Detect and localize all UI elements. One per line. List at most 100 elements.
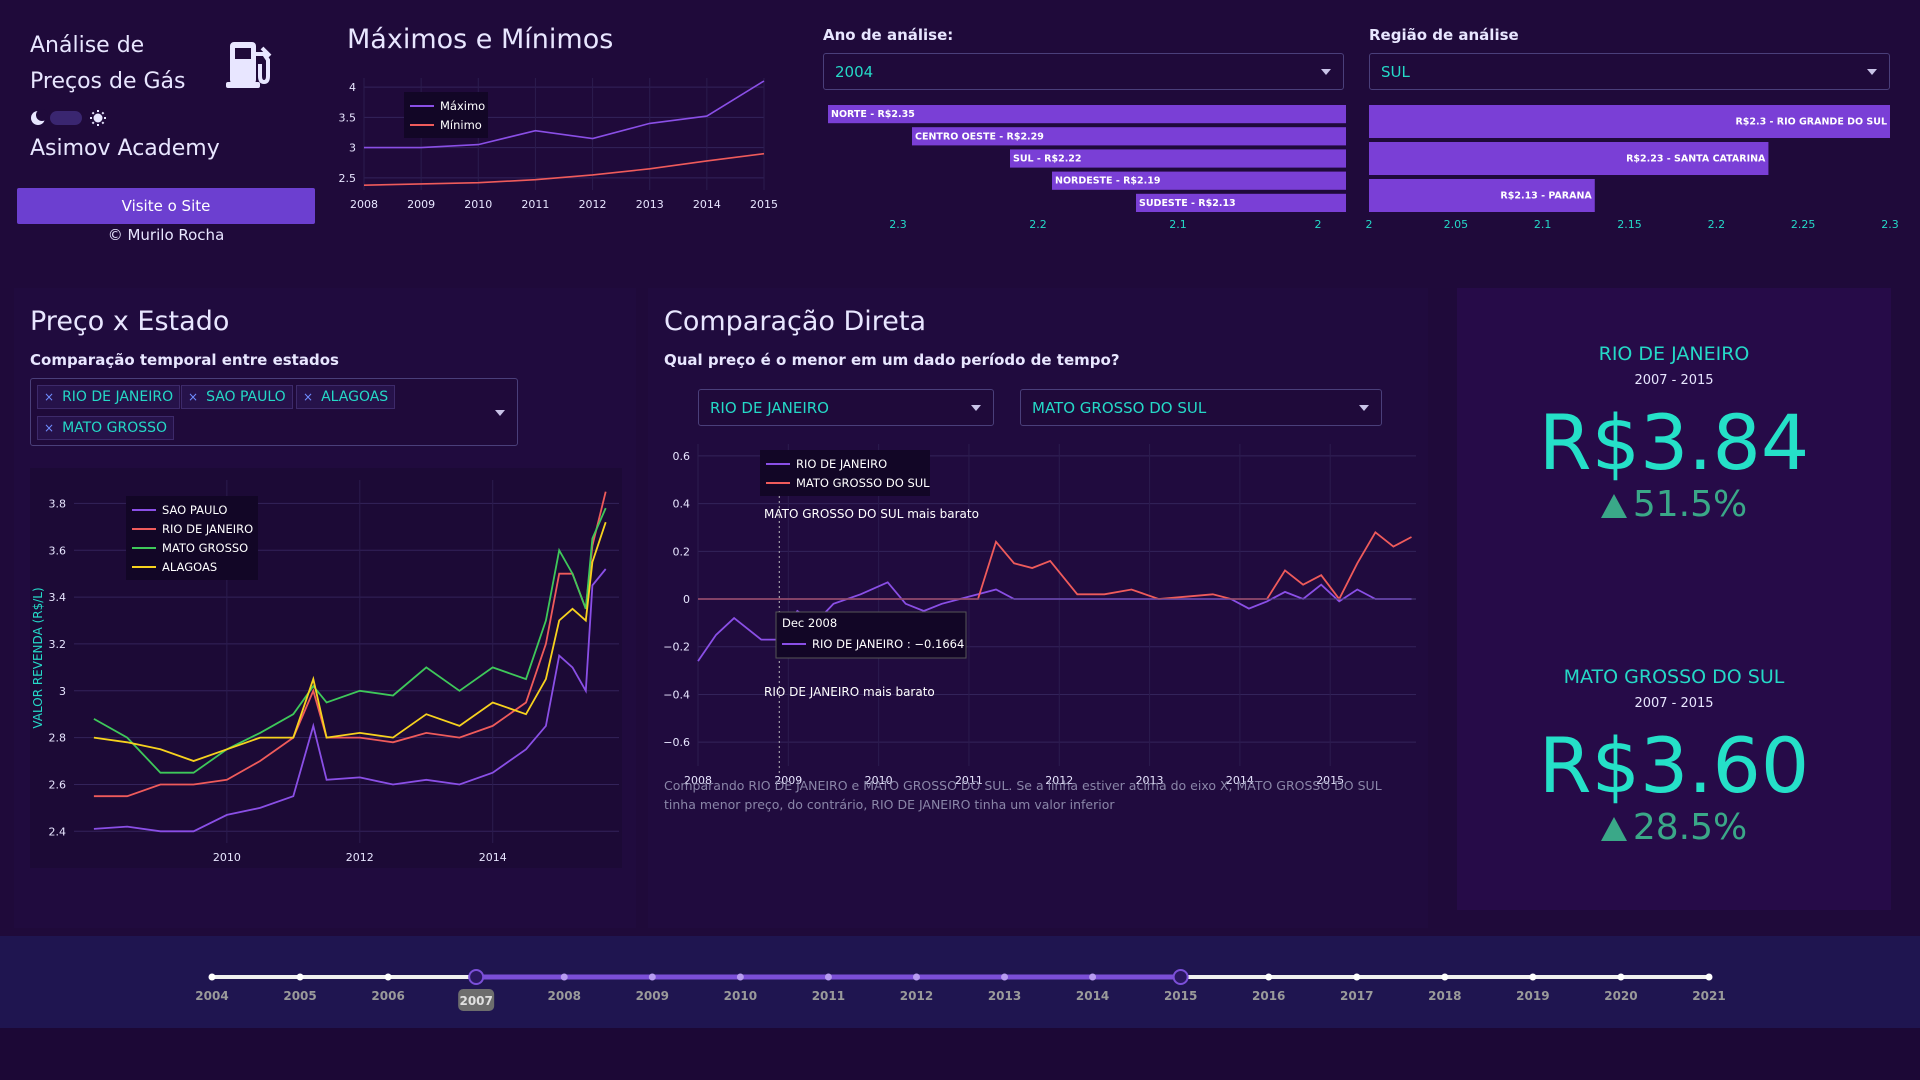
y-tick-label: 3.2: [49, 638, 67, 651]
slider-year-label: 2013: [988, 989, 1021, 1003]
slider-tick: [1705, 973, 1713, 981]
year-range-slider[interactable]: 2004 2005 2006 2007 2008 2009 2010 2011 2012 2013…: [0, 936, 1920, 1028]
y-tick-label: −0.6: [663, 736, 690, 749]
comparacao-panel: Comparação Direta Qual preço é o menor e…: [648, 288, 1428, 928]
kpi-b-years: 2007 - 2015: [1634, 696, 1714, 711]
slider-handle[interactable]: [1172, 969, 1189, 985]
tooltip-value: RIO DE JANEIRO : −0.1664: [812, 637, 964, 651]
remove-icon[interactable]: ×: [44, 421, 54, 435]
x-tick-label: 2.1: [1534, 218, 1552, 231]
legend-label: SAO PAULO: [162, 503, 227, 517]
regiao-dropdown[interactable]: SUL: [1369, 53, 1890, 90]
x-tick-label: 2011: [521, 198, 549, 211]
state-multiselect[interactable]: × RIO DE JANEIRO × SAO PAULO × ALAGOAS × MAT…: [30, 378, 518, 446]
chevron-down-icon: [1359, 405, 1369, 411]
toggle-switch[interactable]: [50, 111, 82, 125]
regiao-panel: Região de análise SUL R$2.3 - RIO GRANDE…: [1355, 0, 1920, 272]
legend-label: Máximo: [440, 99, 485, 113]
x-tick-label: 2013: [636, 198, 664, 211]
chip-state[interactable]: × ALAGOAS: [296, 385, 396, 409]
chevron-down-icon: [1867, 69, 1877, 75]
slider-year-label: 2019: [1516, 989, 1549, 1003]
ano-dropdown-value: 2004: [835, 63, 874, 81]
ano-bar-chart: NORTE - R$2.35CENTRO OESTE - R$2.29 SUL -…: [828, 105, 1346, 231]
plot-area: [30, 468, 622, 868]
y-tick-label: 0.4: [673, 498, 691, 511]
chevron-down-icon: [971, 405, 981, 411]
regiao-bar-chart: R$2.3 - RIO GRANDE DO SUL R$2.23 - SANTA …: [1366, 105, 1899, 231]
slider-year-label: 2021: [1692, 989, 1725, 1003]
preco-estado-panel: Preço x Estado Comparação temporal entre…: [14, 288, 636, 928]
sun-icon: [90, 110, 106, 126]
y-tick-label: 4: [349, 81, 356, 94]
slider-tick: [1353, 973, 1361, 981]
preco-estado-title: Preço x Estado: [30, 306, 230, 337]
state-b-value: MATO GROSSO DO SUL: [1032, 399, 1207, 417]
slider-year-label: 2018: [1428, 989, 1461, 1003]
academy-name: Asimov Academy: [30, 136, 220, 161]
y-tick-label: 0.2: [673, 545, 691, 558]
theme-toggle[interactable]: [30, 108, 120, 128]
slider-handle[interactable]: [468, 969, 485, 985]
year-slider-track[interactable]: 2004 2005 2006 2007 2008 2009 2010 2011 2012 2013…: [0, 936, 1920, 1028]
brand-panel: Análise de Preços de Gás Asimov Academy …: [0, 0, 328, 272]
ano-dropdown[interactable]: 2004: [823, 53, 1344, 90]
x-tick-label: 2014: [693, 198, 721, 211]
x-tick-label: 2.2: [1708, 218, 1726, 231]
slider-year-label: 2020: [1604, 989, 1637, 1003]
x-tick-label: 2010: [213, 851, 241, 864]
chip-state[interactable]: × MATO GROSSO: [37, 416, 175, 440]
remove-icon[interactable]: ×: [188, 390, 198, 404]
legend-label: MATO GROSSO: [162, 541, 248, 555]
chevron-down-icon: [495, 410, 505, 416]
x-tick-label: 2009: [407, 198, 435, 211]
state-b-dropdown[interactable]: MATO GROSSO DO SUL: [1020, 389, 1382, 426]
legend-label: ALAGOAS: [162, 560, 217, 574]
x-tick-label: 2.25: [1791, 218, 1816, 231]
y-tick-label: 2.8: [49, 732, 67, 745]
y-tick-label: 3.4: [49, 591, 67, 604]
slider-year-label: 2012: [900, 989, 933, 1003]
x-tick-label: 2012: [346, 851, 374, 864]
slider-tick: [560, 973, 568, 981]
x-tick-label: 2.2: [1029, 218, 1047, 231]
slider-year-label: 2010: [724, 989, 757, 1003]
annotation-bottom: RIO DE JANEIRO mais barato: [764, 685, 935, 699]
y-tick-label: −0.4: [663, 688, 690, 701]
remove-icon[interactable]: ×: [44, 390, 54, 404]
up-triangle-icon: [1600, 817, 1627, 841]
kpi-a-value: R$3.84: [1538, 398, 1810, 487]
slider-year-label: 2007: [459, 994, 492, 1008]
slider-tick: [736, 973, 744, 981]
slider-year-label: 2006: [371, 989, 404, 1003]
y-tick-label: 2.5: [339, 172, 357, 185]
slider-year-label: 2017: [1340, 989, 1373, 1003]
state-a-dropdown[interactable]: RIO DE JANEIRO: [698, 389, 994, 426]
bar-label: R$2.13 - PARANA: [1500, 191, 1592, 202]
comparacao-chart: −0.6−0.4−0.200.20.40.62008 2009 2010 2011 20…: [663, 444, 1416, 787]
chip-state[interactable]: × RIO DE JANEIRO: [37, 385, 181, 409]
bar-label: NORDESTE - R$2.19: [1055, 176, 1160, 187]
series-line: [363, 152, 765, 186]
slider-year-label: 2015: [1164, 989, 1197, 1003]
slider-year-label: 2016: [1252, 989, 1285, 1003]
x-tick-label: 2008: [350, 198, 378, 211]
y-tick-label: −0.2: [663, 641, 690, 654]
fuel-pump-icon: [226, 42, 272, 88]
slider-tick: [912, 973, 920, 981]
up-triangle-icon: [1600, 494, 1627, 518]
footer-strip: [0, 1028, 1920, 1080]
x-tick-label: 2.15: [1617, 218, 1642, 231]
slider-tick: [1617, 973, 1625, 981]
slider-year-label: 2014: [1076, 989, 1109, 1003]
regiao-dropdown-value: SUL: [1381, 63, 1410, 81]
app-title-line1: Análise de: [30, 33, 145, 58]
x-tick-label: 2: [1366, 218, 1373, 231]
bar-label: R$2.3 - RIO GRANDE DO SUL: [1735, 117, 1887, 128]
chip-state[interactable]: × SAO PAULO: [181, 385, 293, 409]
slider-tick: [296, 973, 304, 981]
author-credit: © Murilo Rocha: [107, 226, 225, 244]
legend-label: Mínimo: [440, 118, 482, 132]
visit-site-button[interactable]: Visite o Site: [17, 188, 315, 224]
remove-icon[interactable]: ×: [303, 390, 313, 404]
